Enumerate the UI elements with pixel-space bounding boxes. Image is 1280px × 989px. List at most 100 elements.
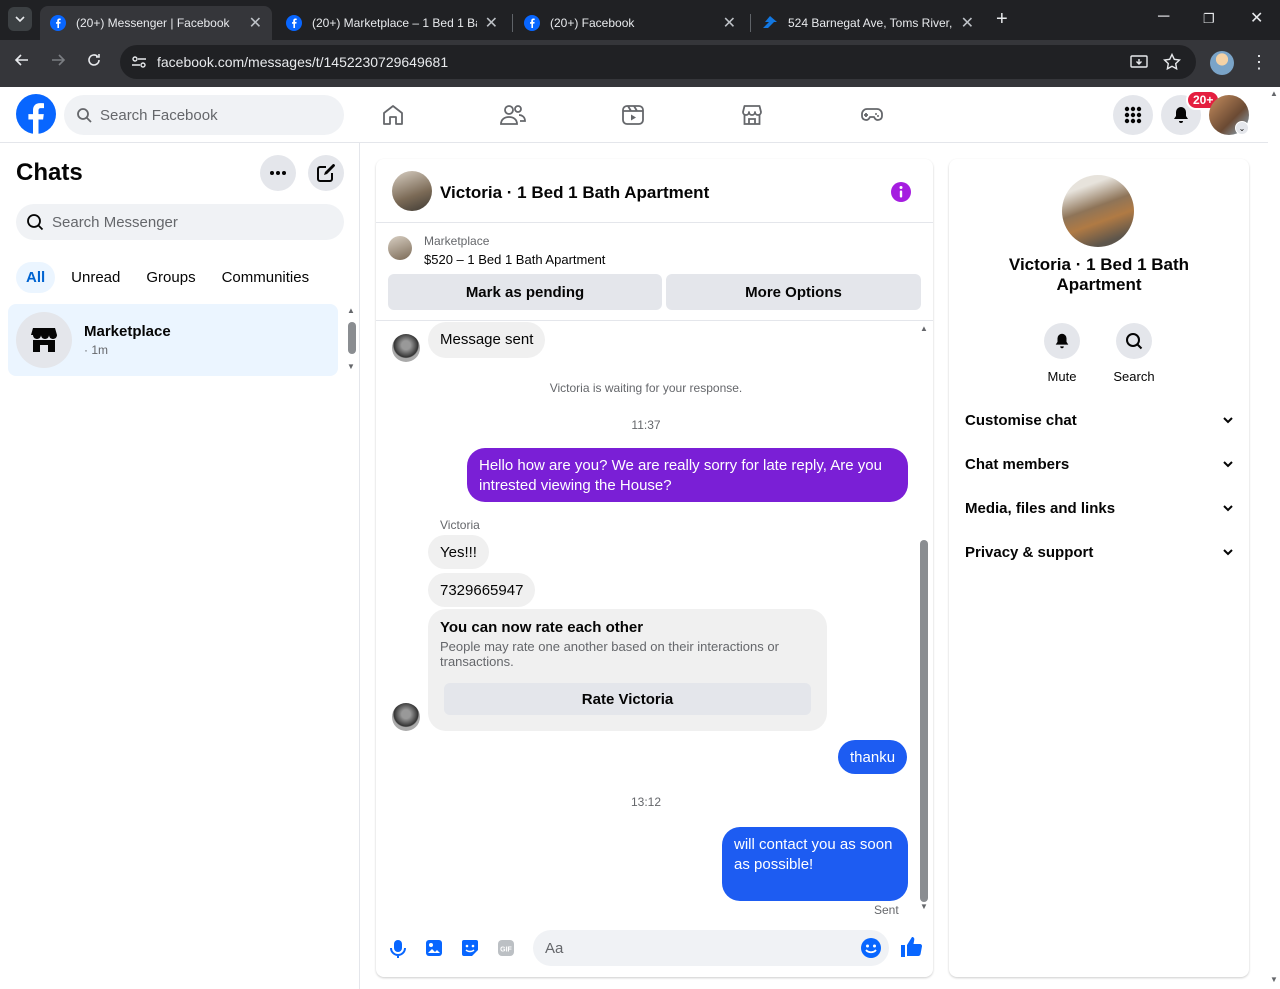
chevron-down-icon <box>15 16 25 23</box>
tab-close-icon[interactable]: ✕ <box>961 13 974 33</box>
home-icon[interactable] <box>381 103 405 127</box>
mute-button[interactable] <box>1044 323 1080 359</box>
sticker-icon[interactable] <box>461 939 479 957</box>
url-text: facebook.com/messages/t/1452230729649681 <box>157 54 449 70</box>
waiting-notice: Victoria is waiting for your response. <box>549 381 743 395</box>
emoji-icon[interactable] <box>860 937 882 959</box>
scroll-up-arrow-icon[interactable]: ▲ <box>347 306 355 315</box>
close-window-button[interactable]: ✕ <box>1250 8 1263 28</box>
section-label: Media, files and links <box>965 499 1116 517</box>
page-scrollbar[interactable]: ▲ ▼ <box>1268 87 1280 989</box>
messenger-search-input[interactable]: Search Messenger <box>16 204 344 240</box>
facebook-logo-icon[interactable] <box>16 94 56 134</box>
listing-thumbnail[interactable] <box>388 236 412 260</box>
section-customise-chat[interactable]: Customise chat <box>965 408 1233 432</box>
search-icon <box>27 214 44 231</box>
filter-unread[interactable]: Unread <box>61 262 130 293</box>
tab-close-icon[interactable]: ✕ <box>723 13 736 33</box>
tab-search-button[interactable] <box>8 7 32 31</box>
chats-options-button[interactable] <box>260 155 296 191</box>
address-bar[interactable]: facebook.com/messages/t/1452230729649681 <box>120 45 1196 79</box>
victoria-avatar[interactable] <box>392 334 420 362</box>
search-icon <box>1126 333 1143 350</box>
section-media-files-links[interactable]: Media, files and links <box>965 496 1233 520</box>
chevron-down-icon <box>1223 505 1233 512</box>
forward-button[interactable] <box>50 52 66 68</box>
listing-title[interactable]: $520 – 1 Bed 1 Bath Apartment <box>424 252 605 267</box>
more-options-button[interactable]: More Options <box>666 274 921 310</box>
browser-profile-avatar[interactable] <box>1210 51 1234 75</box>
back-button[interactable] <box>14 52 30 68</box>
messenger-search-placeholder: Search Messenger <box>52 213 178 231</box>
rate-victoria-button[interactable]: Rate Victoria <box>444 683 811 715</box>
browser-tab-messenger[interactable]: (20+) Messenger | Facebook ✕ <box>40 6 272 40</box>
scrollbar-thumb[interactable] <box>348 322 356 354</box>
scroll-down-arrow-icon[interactable]: ▼ <box>920 902 928 911</box>
microphone-icon[interactable] <box>390 939 406 959</box>
scroll-down-arrow-icon[interactable]: ▼ <box>347 362 355 371</box>
chat-list-item-marketplace[interactable]: Marketplace · 1m <box>8 304 338 376</box>
photo-icon[interactable] <box>425 939 443 957</box>
new-tab-button[interactable]: + <box>996 8 1008 31</box>
message-bubble: Message sent <box>428 322 546 358</box>
mute-action[interactable]: Mute <box>1032 323 1092 384</box>
search-placeholder: Search Facebook <box>100 106 218 124</box>
facebook-top-bar: Search Facebook 20+ ⌄ <box>0 87 1280 143</box>
chevron-down-icon <box>1223 417 1233 424</box>
message-input[interactable]: Aa <box>533 930 889 966</box>
chats-heading: Chats <box>16 159 83 186</box>
sent-message-bubble: Hello how are you? We are really sorry f… <box>467 448 908 502</box>
timestamp: 11:37 <box>631 418 661 432</box>
marketplace-icon[interactable] <box>740 103 764 127</box>
bookmark-star-icon[interactable] <box>1163 53 1181 71</box>
gaming-icon[interactable] <box>860 103 884 127</box>
reload-button[interactable] <box>86 52 102 68</box>
conversation-scrollbar[interactable]: ▲ ▼ <box>918 322 930 912</box>
account-chevron-icon[interactable]: ⌄ <box>1235 121 1249 135</box>
listing-avatar[interactable] <box>1062 175 1134 247</box>
scroll-up-arrow-icon[interactable]: ▲ <box>920 324 928 333</box>
chats-sidebar: Chats Search Messenger All Unread Groups… <box>0 143 360 989</box>
filter-all[interactable]: All <box>16 262 56 293</box>
restore-window-button[interactable]: ❐ <box>1203 11 1215 27</box>
info-icon[interactable] <box>890 181 912 203</box>
section-privacy-support[interactable]: Privacy & support <box>965 540 1233 564</box>
section-chat-members[interactable]: Chat members <box>965 452 1233 476</box>
video-icon[interactable] <box>621 103 645 127</box>
scroll-down-arrow-icon[interactable]: ▼ <box>1270 975 1278 984</box>
svg-text:GIF: GIF <box>500 947 512 954</box>
tab-close-icon[interactable]: ✕ <box>249 13 262 33</box>
chat-list-scrollbar[interactable]: ▲ ▼ <box>346 306 356 376</box>
arrow-left-icon <box>14 54 28 66</box>
filter-communities[interactable]: Communities <box>212 262 320 293</box>
message-bubble: Yes!!! <box>428 535 489 569</box>
conversation-title[interactable]: Victoria · 1 Bed 1 Bath Apartment <box>440 183 709 203</box>
conversation-header: Victoria · 1 Bed 1 Bath Apartment <box>376 159 933 223</box>
conversation-avatar[interactable] <box>392 171 432 211</box>
facebook-search-input[interactable]: Search Facebook <box>64 95 344 135</box>
filter-groups[interactable]: Groups <box>136 262 205 293</box>
new-message-button[interactable] <box>308 155 344 191</box>
thumbs-up-icon[interactable] <box>899 935 923 959</box>
gif-icon[interactable]: GIF <box>497 939 515 957</box>
browser-toolbar: facebook.com/messages/t/1452230729649681… <box>0 40 1280 87</box>
minimize-window-button[interactable]: ─ <box>1158 8 1169 26</box>
scrollbar-thumb[interactable] <box>920 540 928 902</box>
tab-close-icon[interactable]: ✕ <box>485 13 498 33</box>
search-action[interactable]: Search <box>1104 323 1164 384</box>
site-settings-icon[interactable] <box>130 53 148 71</box>
browser-tab-facebook[interactable]: (20+) Facebook ✕ <box>514 6 746 40</box>
marketplace-avatar <box>16 312 72 368</box>
menu-grid-button[interactable] <box>1113 95 1153 135</box>
victoria-avatar[interactable] <box>392 703 420 731</box>
browser-tab-zillow[interactable]: 524 Barnegat Ave, Toms River, N ✕ <box>752 6 984 40</box>
search-in-chat-button[interactable] <box>1116 323 1152 359</box>
install-app-icon[interactable] <box>1130 53 1148 71</box>
rating-card-title: You can now rate each other <box>440 619 644 636</box>
mark-as-pending-button[interactable]: Mark as pending <box>388 274 662 310</box>
scroll-up-arrow-icon[interactable]: ▲ <box>1270 89 1278 98</box>
friends-icon[interactable] <box>500 103 526 127</box>
browser-menu-icon[interactable]: ⋮ <box>1250 52 1268 73</box>
sender-name: Victoria <box>440 518 480 532</box>
browser-tab-marketplace[interactable]: (20+) Marketplace – 1 Bed 1 Bath ✕ <box>276 6 508 40</box>
